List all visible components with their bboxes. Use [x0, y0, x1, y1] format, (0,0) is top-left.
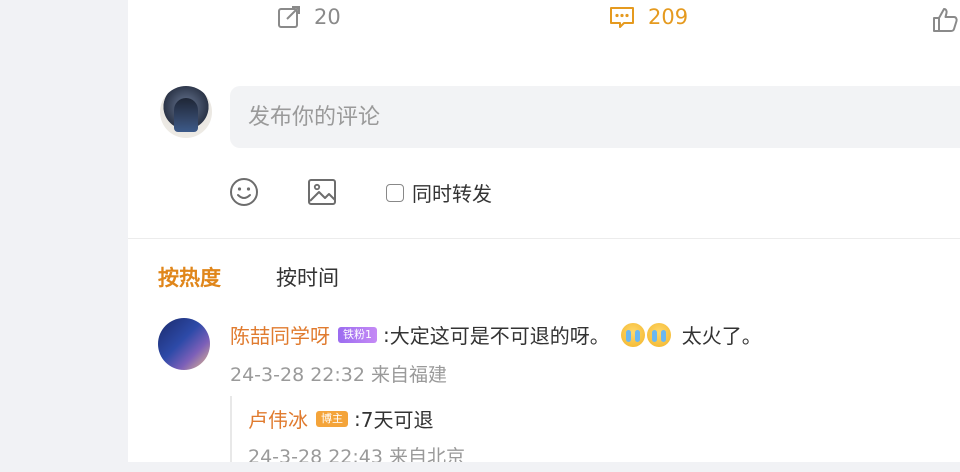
reply-item: 卢伟冰 博主 : 7天可退 [248, 404, 433, 433]
comment-count: 209 [648, 5, 689, 29]
weibo-post-card: 20 209 同时转发 [128, 0, 960, 462]
forward-icon [278, 6, 300, 28]
crying-emoji-icon [620, 322, 645, 347]
forward-count: 20 [314, 5, 341, 29]
repost-toggle[interactable]: 同时转发 [386, 178, 492, 207]
commenter-avatar[interactable] [158, 318, 210, 370]
reply-username[interactable]: 卢伟冰 [248, 404, 308, 433]
current-user-avatar[interactable] [160, 86, 212, 138]
reply-text: 7天可退 [360, 408, 434, 432]
reply-separator: : [354, 406, 361, 431]
comment-item: 陈喆同学呀 铁粉1 : 大定这可是不可退的呀。 太火了。 [230, 320, 762, 349]
comment-text-suffix: 太火了。 [681, 324, 762, 348]
emoji-button[interactable] [228, 176, 260, 212]
crying-emoji-icon [646, 322, 671, 347]
tab-sort-by-hot[interactable]: 按热度 [158, 262, 221, 292]
blogger-badge: 博主 [316, 410, 348, 427]
fan-badge: 铁粉1 [338, 326, 377, 343]
comment-icon [610, 7, 634, 28]
commenter-username[interactable]: 陈喆同学呀 [230, 320, 330, 349]
avatar-figure [174, 98, 198, 132]
tab-sort-by-time[interactable]: 按时间 [276, 262, 339, 292]
repost-label: 同时转发 [412, 182, 492, 206]
reply-thread: 卢伟冰 博主 : 7天可退 24-3-28 22:43 来自北京 [230, 396, 952, 462]
comment-emojis [620, 322, 672, 347]
comment-meta: 24-3-28 22:32 来自福建 [230, 364, 447, 386]
divider [128, 238, 960, 239]
comment-text: 大定这可是不可退的呀。 [389, 324, 610, 348]
comment-action[interactable]: 209 [608, 4, 688, 30]
like-action[interactable] [931, 6, 959, 34]
forward-action[interactable]: 20 [276, 4, 341, 30]
image-icon [308, 179, 336, 205]
repost-checkbox[interactable] [386, 183, 404, 202]
image-button[interactable] [306, 176, 338, 212]
thumbs-up-icon [933, 8, 958, 32]
emoji-icon [230, 178, 258, 206]
reply-meta: 24-3-28 22:43 来自北京 [248, 446, 465, 462]
comment-input[interactable] [230, 86, 960, 148]
comment-separator: : [383, 322, 390, 347]
